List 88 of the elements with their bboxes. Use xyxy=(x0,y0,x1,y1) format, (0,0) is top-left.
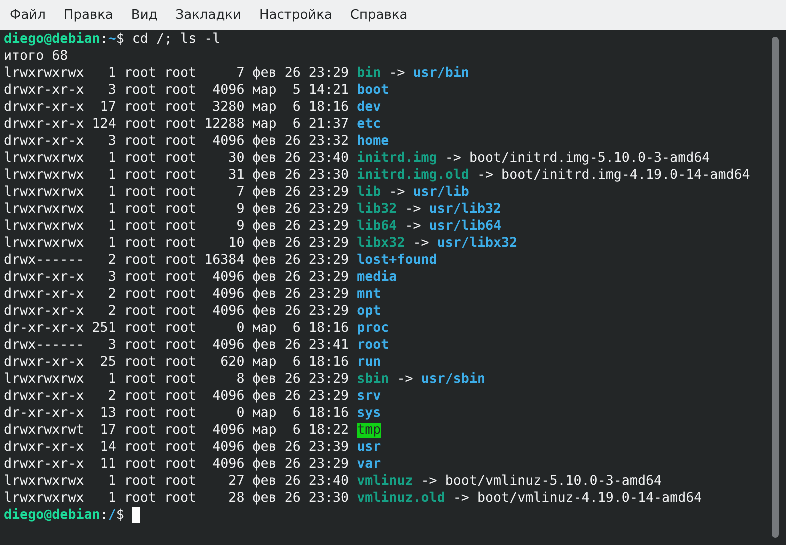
directory-name: var xyxy=(357,457,382,472)
link-arrow: -> xyxy=(445,151,462,166)
symlink-name: lib32 xyxy=(357,202,398,217)
link-arrow: -> xyxy=(453,491,470,506)
symlink-name: lib xyxy=(357,185,382,200)
file-details: drwxr-xr-x 124 root root 12288 мар 6 21:37 xyxy=(4,117,350,132)
file-details: lrwxrwxrwx 1 root root 31 фев 26 23:30 xyxy=(4,168,350,183)
file-details: drwxr-xr-x 17 root root 3280 мар 6 18:16 xyxy=(4,100,350,115)
symlink-name: initrd.img xyxy=(357,151,438,166)
file-details: lrwxrwxrwx 1 root root 30 фев 26 23:40 xyxy=(4,151,350,166)
file-details: lrwxrwxrwx 1 root root 10 фев 26 23:29 xyxy=(4,236,350,251)
file-details: lrwxrwxrwx 1 root root 27 фев 26 23:40 xyxy=(4,474,350,489)
directory-name: usr/lib xyxy=(413,185,470,200)
directory-name: usr xyxy=(357,440,382,455)
symlink-name: vmlinuz.old xyxy=(357,491,446,506)
directory-name: home xyxy=(357,134,390,149)
terminal-text: boot/vmlinuz-5.10.0-3-amd64 xyxy=(445,474,662,489)
directory-name: usr/libx32 xyxy=(437,236,518,251)
terminal-text: boot/initrd.img-4.19.0-14-amd64 xyxy=(502,168,750,183)
sticky-directory-name: tmp xyxy=(357,423,382,438)
file-details: lrwxrwxrwx 1 root root 9 фев 26 23:29 xyxy=(4,202,350,217)
prompt-user: diego@debian xyxy=(4,508,100,523)
prompt-path: ~ xyxy=(108,32,116,47)
link-arrow: -> xyxy=(477,168,494,183)
directory-name: dev xyxy=(357,100,382,115)
file-details: lrwxrwxrwx 1 root root 7 фев 26 23:29 xyxy=(4,66,350,81)
symlink-name: initrd.img.old xyxy=(357,168,470,183)
file-details: drwxr-xr-x 3 root root 4096 фев 26 23:32 xyxy=(4,134,350,149)
file-details: dr-xr-xr-x 251 root root 0 мар 6 18:16 xyxy=(4,321,350,336)
file-details: drwxr-xr-x 2 root root 4096 фев 26 23:29 xyxy=(4,287,350,302)
file-details: drwxr-xr-x 2 root root 4096 фев 26 23:29 xyxy=(4,389,350,404)
link-arrow: -> xyxy=(405,219,422,234)
directory-name: usr/lib32 xyxy=(429,202,502,217)
menu-item[interactable]: Настройка xyxy=(250,8,342,22)
directory-name: usr/lib64 xyxy=(429,219,502,234)
directory-name: usr/bin xyxy=(413,66,470,81)
directory-name: srv xyxy=(357,389,382,404)
directory-name: etc xyxy=(357,117,382,132)
link-arrow: -> xyxy=(405,202,422,217)
file-details: dr-xr-xr-x 13 root root 0 мар 6 18:16 xyxy=(4,406,350,421)
prompt-path: / xyxy=(108,508,116,523)
file-details: drwx------ 2 root root 16384 фев 26 23:29 xyxy=(4,253,350,268)
scrollbar[interactable] xyxy=(772,37,779,538)
link-arrow: -> xyxy=(397,372,414,387)
directory-name: opt xyxy=(357,304,382,319)
link-arrow: -> xyxy=(421,474,438,489)
terminal-text: : xyxy=(100,32,108,47)
directory-name: usr/sbin xyxy=(421,372,486,387)
directory-name: boot xyxy=(357,83,390,98)
menu-item[interactable]: Файл xyxy=(1,8,55,22)
file-details: lrwxrwxrwx 1 root root 28 фев 26 23:30 xyxy=(4,491,350,506)
file-details: drwxr-xr-x 3 root root 4096 мар 5 14:21 xyxy=(4,83,350,98)
symlink-name: lib64 xyxy=(357,219,398,234)
symlink-name: sbin xyxy=(357,372,390,387)
terminal-text: boot/vmlinuz-4.19.0-14-amd64 xyxy=(477,491,702,506)
directory-name: mnt xyxy=(357,287,382,302)
directory-name: root xyxy=(357,338,390,353)
terminal-text: boot/initrd.img-5.10.0-3-amd64 xyxy=(469,151,710,166)
file-details: lrwxrwxrwx 1 root root 9 фев 26 23:29 xyxy=(4,219,350,234)
directory-name: run xyxy=(357,355,382,370)
terminal-text: : xyxy=(100,508,108,523)
directory-name: media xyxy=(357,270,398,285)
prompt-user: diego@debian xyxy=(4,32,100,47)
terminal-text: $ cd /; ls -l xyxy=(116,32,221,47)
link-arrow: -> xyxy=(389,185,406,200)
menu-item[interactable]: Закладки xyxy=(166,8,250,22)
file-details: drwxr-xr-x 25 root root 620 мар 6 18:16 xyxy=(4,355,350,370)
link-arrow: -> xyxy=(389,66,406,81)
file-details: lrwxrwxrwx 1 root root 7 фев 26 23:29 xyxy=(4,185,350,200)
symlink-name: libx32 xyxy=(357,236,406,251)
menu-item[interactable]: Правка xyxy=(54,8,122,22)
file-details: drwxr-xr-x 11 root root 4096 фев 26 23:29 xyxy=(4,457,350,472)
file-details: lrwxrwxrwx 1 root root 8 фев 26 23:29 xyxy=(4,372,350,387)
terminal-text: итого 68 xyxy=(4,49,68,64)
file-details: drwxrwxrwt 17 root root 4096 мар 6 18:22 xyxy=(4,423,350,438)
directory-name: proc xyxy=(357,321,390,336)
directory-name: lost+found xyxy=(357,253,438,268)
symlink-name: bin xyxy=(357,66,382,81)
menu-item[interactable]: Справка xyxy=(341,8,417,22)
file-details: drwxr-xr-x 3 root root 4096 фев 26 23:29 xyxy=(4,270,350,285)
file-details: drwxr-xr-x 14 root root 4096 фев 26 23:39 xyxy=(4,440,350,455)
terminal-text: $ xyxy=(116,508,124,523)
menu-item[interactable]: Вид xyxy=(122,8,167,22)
link-arrow: -> xyxy=(413,236,430,251)
symlink-name: vmlinuz xyxy=(357,474,414,489)
directory-name: sys xyxy=(357,406,382,421)
file-details: drwxr-xr-x 2 root root 4096 фев 26 23:29 xyxy=(4,304,350,319)
file-details: drwx------ 3 root root 4096 фев 26 23:41 xyxy=(4,338,350,353)
